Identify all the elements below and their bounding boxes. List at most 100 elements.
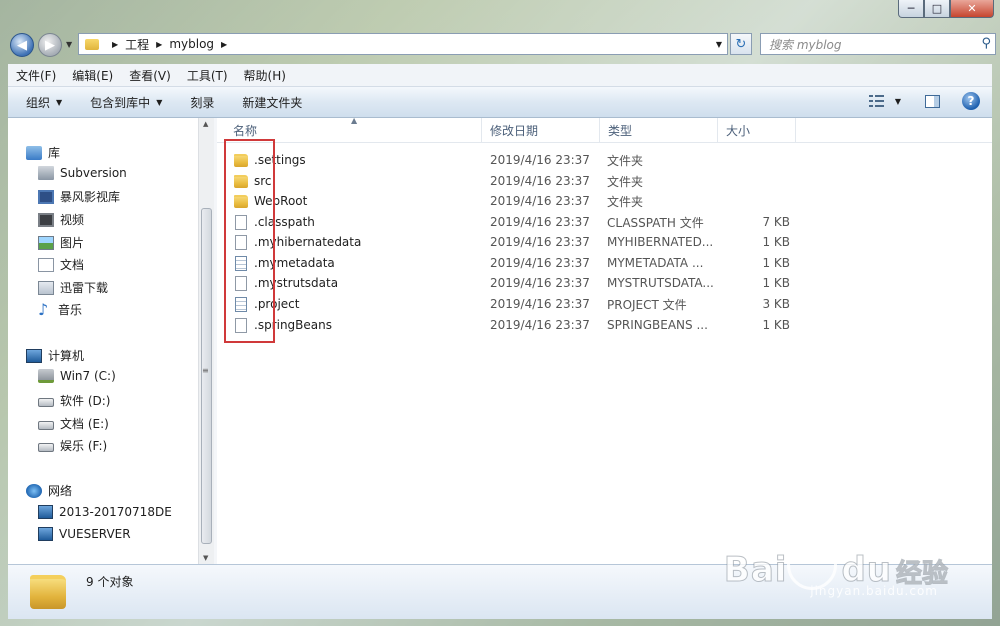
scroll-down-icon[interactable]: ▼	[203, 554, 208, 562]
file-row-webroot[interactable]: WebRoot 2019/4/16 23:37 文件夹	[217, 191, 817, 211]
nav-item-videos[interactable]: 视频	[38, 211, 84, 228]
file-date: 2019/4/16 23:37	[490, 276, 590, 290]
organize-label: 组织	[26, 95, 51, 110]
nav-group-libraries[interactable]: 库	[26, 144, 60, 161]
subversion-library-icon	[38, 166, 54, 180]
nav-item-documents[interactable]: 文档	[38, 256, 84, 273]
nav-item-drive-d[interactable]: 软件 (D:)	[38, 392, 110, 409]
refresh-button[interactable]: ↻	[730, 33, 752, 55]
nav-item-label: 文档 (E:)	[60, 417, 109, 431]
nav-item-baofeng[interactable]: 暴风影视库	[38, 188, 120, 205]
file-size: 3 KB	[762, 297, 790, 311]
search-input[interactable]	[767, 35, 971, 55]
file-size: 1 KB	[762, 276, 790, 290]
file-type: MYHIBERNATED...	[607, 235, 714, 249]
nav-item-thunder-downloads[interactable]: 迅雷下载	[38, 279, 108, 296]
nav-item-pictures[interactable]: 图片	[38, 234, 84, 251]
file-type: 文件夹	[607, 194, 644, 209]
nav-item-label: 软件 (D:)	[60, 394, 111, 408]
chevron-right-icon[interactable]: ▶	[112, 40, 118, 49]
file-date: 2019/4/16 23:37	[490, 235, 590, 249]
nav-group-computer[interactable]: 计算机	[26, 347, 84, 364]
navigation-scrollbar[interactable]: ▲ ≡ ▼	[198, 118, 214, 564]
file-row-myhibernatedata[interactable]: .myhibernatedata 2019/4/16 23:37 MYHIBER…	[217, 232, 817, 252]
maximize-button[interactable]: □	[924, 0, 950, 18]
media-library-icon	[38, 189, 54, 204]
chevron-down-icon[interactable]: ▼	[895, 97, 901, 106]
nav-item-label: 文档	[60, 258, 85, 272]
chevron-right-icon[interactable]: ▶	[156, 40, 162, 49]
burn-button[interactable]: 刻录	[180, 94, 224, 111]
navigation-pane: 库 Subversion 暴风影视库 视频 图片 文档 迅雷下载 音乐	[8, 118, 198, 564]
file-row-mystrutsdata[interactable]: .mystrutsdata 2019/4/16 23:37 MYSTRUTSDA…	[217, 273, 817, 293]
chevron-right-icon[interactable]: ▶	[221, 40, 227, 49]
preview-pane-icon[interactable]	[925, 94, 940, 108]
nav-item-network-host-1[interactable]: 2013-20170718DE	[38, 505, 172, 519]
file-row-classpath[interactable]: .classpath 2019/4/16 23:37 CLASSPATH 文件 …	[217, 212, 817, 232]
grip-icon: ≡	[202, 366, 209, 375]
file-date: 2019/4/16 23:37	[490, 297, 590, 311]
highlight-annotation-box	[224, 139, 275, 343]
address-history-dropdown[interactable]: ▼	[711, 40, 727, 49]
file-size: 7 KB	[762, 215, 790, 229]
folder-icon	[30, 575, 66, 609]
recent-pages-dropdown[interactable]: ▼	[66, 40, 72, 49]
nav-item-drive-c[interactable]: Win7 (C:)	[38, 369, 116, 383]
breadcrumb-item-myblog[interactable]: myblog	[169, 37, 214, 51]
nav-item-label: Win7 (C:)	[60, 369, 116, 383]
column-header-size[interactable]: 大小	[718, 118, 796, 142]
nav-item-subversion[interactable]: Subversion	[38, 166, 127, 180]
nav-item-label: 娱乐 (F:)	[60, 439, 108, 453]
back-button[interactable]: ◀	[10, 33, 34, 57]
arrow-right-icon: ▶	[45, 37, 55, 53]
menu-bar: 文件(F) 编辑(E) 查看(V) 工具(T) 帮助(H)	[8, 64, 992, 87]
nav-item-music[interactable]: 音乐	[38, 301, 82, 318]
breadcrumb: ▶ 工程 ▶ myblog ▶	[105, 36, 234, 53]
file-row-project[interactable]: .project 2019/4/16 23:37 PROJECT 文件 3 KB	[217, 294, 817, 314]
nav-item-drive-f[interactable]: 娱乐 (F:)	[38, 437, 107, 454]
include-in-library-label: 包含到库中	[90, 95, 151, 110]
column-header-date[interactable]: 修改日期	[482, 118, 600, 142]
menu-view[interactable]: 查看(V)	[121, 67, 179, 84]
music-icon	[38, 303, 52, 317]
include-in-library-button[interactable]: 包含到库中 ▼	[80, 94, 172, 111]
drive-icon	[38, 397, 54, 407]
menu-edit[interactable]: 编辑(E)	[64, 67, 121, 84]
nav-group-network[interactable]: 网络	[26, 482, 72, 499]
minimize-button[interactable]: ─	[898, 0, 924, 18]
scroll-up-icon[interactable]: ▲	[203, 120, 208, 128]
watermark-url: jingyan.baidu.com	[810, 584, 938, 598]
address-bar[interactable]: ▶ 工程 ▶ myblog ▶ ▼	[78, 33, 728, 55]
menu-file[interactable]: 文件(F)	[8, 67, 64, 84]
network-computer-icon	[38, 527, 53, 541]
network-computer-icon	[38, 505, 53, 519]
file-row-springbeans[interactable]: .springBeans 2019/4/16 23:37 SPRINGBEANS…	[217, 315, 817, 335]
view-controls: ▼ ?	[868, 92, 980, 110]
file-row-mymetadata[interactable]: .mymetadata 2019/4/16 23:37 MYMETADATA .…	[217, 253, 817, 273]
breadcrumb-item-project[interactable]: 工程	[125, 36, 149, 53]
document-icon	[38, 257, 54, 272]
file-row-src[interactable]: src 2019/4/16 23:37 文件夹	[217, 171, 817, 191]
window-controls: ─ □ ✕	[898, 0, 994, 20]
nav-item-network-host-2[interactable]: VUESERVER	[38, 527, 131, 541]
change-view-icon[interactable]	[868, 94, 885, 108]
search-icon[interactable]: ⚲	[981, 36, 991, 51]
library-icon	[26, 145, 42, 160]
forward-button[interactable]: ▶	[38, 33, 62, 57]
menu-help[interactable]: 帮助(H)	[236, 67, 294, 84]
nav-item-drive-e[interactable]: 文档 (E:)	[38, 415, 109, 432]
new-folder-button[interactable]: 新建文件夹	[232, 94, 312, 111]
file-type: 文件夹	[607, 153, 644, 168]
file-row-settings[interactable]: .settings 2019/4/16 23:37 文件夹	[217, 150, 817, 170]
organize-button[interactable]: 组织 ▼	[8, 94, 72, 111]
help-icon[interactable]: ?	[962, 92, 980, 110]
file-date: 2019/4/16 23:37	[490, 318, 590, 332]
arrow-left-icon: ◀	[17, 37, 27, 53]
menu-tools[interactable]: 工具(T)	[179, 67, 236, 84]
column-header-type[interactable]: 类型	[600, 118, 718, 142]
nav-group-label: 网络	[48, 484, 73, 498]
scrollbar-thumb[interactable]	[201, 208, 212, 544]
close-button[interactable]: ✕	[950, 0, 994, 18]
system-drive-icon	[38, 369, 54, 383]
chevron-down-icon: ▼	[66, 40, 73, 49]
